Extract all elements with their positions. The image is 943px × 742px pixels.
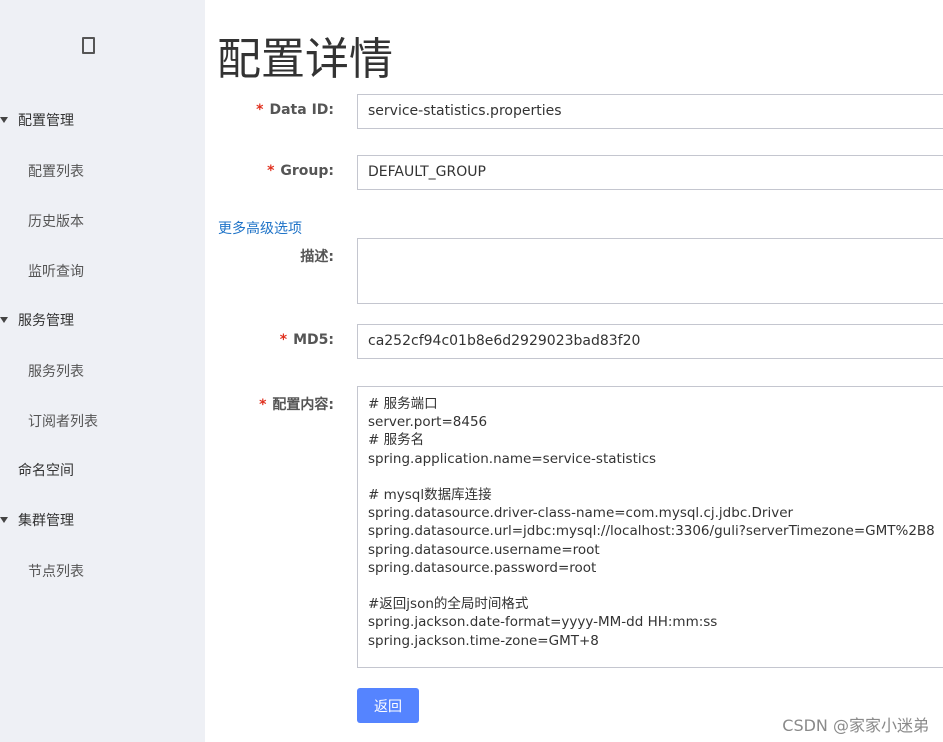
sidebar-item-history-version[interactable]: 历史版本 <box>28 211 84 231</box>
sidebar-item-listener-query[interactable]: 监听查询 <box>28 261 84 281</box>
data-id-field[interactable]: service-statistics.properties <box>357 94 943 129</box>
required-mark: * <box>279 332 288 348</box>
sidebar-item-config-list[interactable]: 配置列表 <box>28 161 84 181</box>
back-button[interactable]: 返回 <box>357 688 419 723</box>
sidebar-item-service-list[interactable]: 服务列表 <box>28 361 84 381</box>
required-mark: * <box>267 163 275 179</box>
page-title: 配置详情 <box>217 34 393 85</box>
caret-down-icon <box>0 117 8 123</box>
group-label: * Group: <box>267 163 334 179</box>
caret-down-icon <box>0 317 8 323</box>
sidebar-group-label: 服务管理 <box>18 313 74 329</box>
required-mark: * <box>256 102 264 118</box>
group-field[interactable]: DEFAULT_GROUP <box>357 155 943 190</box>
md5-label: * MD5: <box>279 332 334 348</box>
md5-field[interactable]: ca252cf94c01b8e6d2929023bad83f20 <box>357 324 943 359</box>
caret-down-icon <box>0 517 8 523</box>
required-mark: * <box>259 397 267 413</box>
content-label: * 配置内容: <box>259 397 334 413</box>
sidebar-group-label: 集群管理 <box>18 513 74 529</box>
sidebar-group-label: 命名空间 <box>18 463 74 479</box>
advanced-options-link[interactable]: 更多高级选项 <box>218 218 302 238</box>
sidebar-group-label: 配置管理 <box>18 113 74 129</box>
data-id-label: * Data ID: <box>256 102 334 118</box>
sidebar: 配置管理 配置列表 历史版本 监听查询 服务管理 服务列表 订阅者列表 命名空间… <box>0 0 205 742</box>
sidebar-item-node-list[interactable]: 节点列表 <box>28 561 84 581</box>
logo-icon[interactable] <box>82 37 95 54</box>
config-content-editor[interactable]: # 服务端口 server.port=8456 # 服务名 spring.app… <box>357 386 943 668</box>
sidebar-item-subscriber-list[interactable]: 订阅者列表 <box>28 411 98 431</box>
description-label: 描述: <box>300 249 334 265</box>
description-field[interactable] <box>357 238 943 304</box>
watermark: CSDN @家家小迷弟 <box>782 716 929 735</box>
